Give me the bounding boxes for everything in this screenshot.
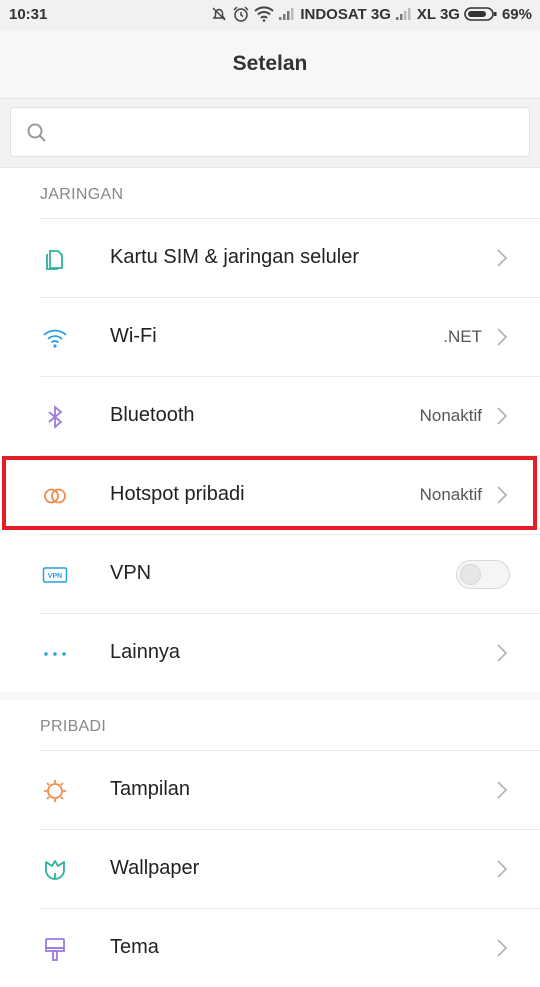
hotspot-icon bbox=[44, 488, 66, 504]
settings-item-bluetooth[interactable]: Bluetooth Nonaktif bbox=[40, 376, 540, 455]
section-title: JARINGAN bbox=[40, 186, 124, 203]
settings-item-hotspot[interactable]: Hotspot pribadi Nonaktif bbox=[40, 455, 540, 534]
tulip-icon bbox=[45, 860, 65, 880]
svg-text:VPN: VPN bbox=[48, 573, 62, 580]
section-header: PRIBADI bbox=[0, 700, 540, 750]
battery-icon bbox=[464, 7, 497, 21]
page-title: Setelan bbox=[232, 52, 308, 75]
chevron-right-icon bbox=[497, 781, 508, 799]
search-icon bbox=[27, 123, 46, 142]
brush-icon bbox=[45, 938, 65, 961]
chevron-right-icon bbox=[497, 860, 508, 878]
item-label: Lainnya bbox=[110, 641, 181, 663]
item-value: Nonaktif bbox=[419, 485, 482, 504]
chevron-right-icon bbox=[497, 407, 508, 425]
sun-icon bbox=[44, 780, 66, 802]
item-label: VPN bbox=[110, 562, 152, 584]
settings-item-lainnya[interactable]: Lainnya bbox=[40, 613, 540, 692]
chevron-right-icon bbox=[497, 644, 508, 662]
chevron-right-icon bbox=[497, 486, 508, 504]
search-box[interactable] bbox=[10, 107, 530, 157]
settings-item-sim[interactable]: Kartu SIM & jaringan seluler bbox=[40, 218, 540, 297]
item-label: Tema bbox=[110, 936, 159, 958]
vpn-icon: VPN bbox=[42, 567, 68, 583]
item-label: Bluetooth bbox=[110, 404, 195, 426]
carrier-1: INDOSAT 3G bbox=[300, 5, 391, 23]
signal-icon bbox=[279, 8, 294, 20]
search-input[interactable] bbox=[61, 118, 515, 148]
carrier-2: XL 3G bbox=[416, 5, 460, 23]
wifi-icon bbox=[254, 6, 275, 22]
chevron-right-icon bbox=[497, 939, 508, 957]
more-dots-icon bbox=[44, 652, 66, 656]
bluetooth-icon bbox=[48, 405, 63, 429]
section-jaringan: JARINGAN Kartu SIM & jaringan seluler Wi… bbox=[0, 168, 540, 692]
settings-item-tema[interactable]: Tema bbox=[40, 908, 540, 987]
section-title: PRIBADI bbox=[40, 718, 107, 735]
item-label: Wi-Fi bbox=[110, 325, 157, 347]
alarm-icon bbox=[233, 6, 249, 22]
vpn-toggle[interactable] bbox=[456, 560, 510, 589]
item-label: Hotspot pribadi bbox=[110, 483, 245, 505]
section-pribadi: PRIBADI Tampilan Wallpaper Tema bbox=[0, 700, 540, 987]
status-icons: INDOSAT 3G XL 3G 69% bbox=[210, 5, 532, 23]
clock: 10:31 bbox=[9, 6, 48, 23]
wifi-icon bbox=[43, 329, 67, 348]
item-value: .NET bbox=[443, 327, 482, 346]
item-value: Nonaktif bbox=[419, 406, 482, 425]
toggle-knob bbox=[460, 564, 481, 585]
title-bar: Setelan bbox=[0, 30, 540, 99]
battery-percent: 69% bbox=[501, 5, 532, 23]
section-header: JARINGAN bbox=[0, 168, 540, 218]
settings-item-vpn[interactable]: VPN VPN bbox=[40, 534, 540, 613]
chevron-right-icon bbox=[497, 249, 508, 267]
settings-item-tampilan[interactable]: Tampilan bbox=[40, 750, 540, 829]
settings-item-wallpaper[interactable]: Wallpaper bbox=[40, 829, 540, 908]
settings-item-wifi[interactable]: Wi-Fi .NET bbox=[40, 297, 540, 376]
item-label: Tampilan bbox=[110, 778, 191, 800]
chevron-right-icon bbox=[497, 328, 508, 346]
item-label: Wallpaper bbox=[110, 857, 200, 879]
item-label: Kartu SIM & jaringan seluler bbox=[110, 246, 360, 268]
signal-icon bbox=[395, 8, 411, 20]
sim-card-icon bbox=[46, 250, 63, 270]
mute-bell-icon bbox=[212, 7, 226, 21]
status-bar: 10:31 INDOSAT 3G XL 3G 69% bbox=[0, 0, 540, 30]
search-area bbox=[0, 99, 540, 168]
